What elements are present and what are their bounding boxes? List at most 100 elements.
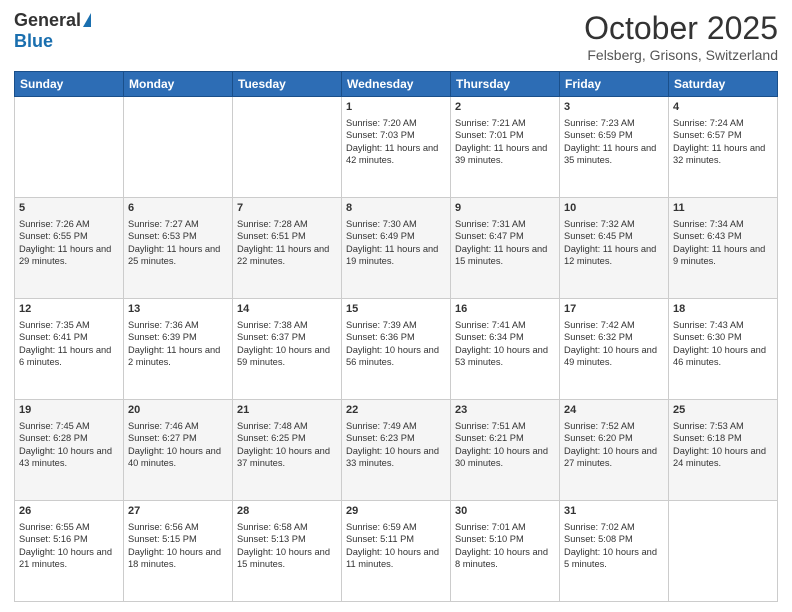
cell-content-28: Sunrise: 6:58 AM Sunset: 5:13 PM Dayligh… xyxy=(237,521,337,571)
header-wednesday: Wednesday xyxy=(342,72,451,97)
day-number-3: 3 xyxy=(564,100,664,115)
cell-w2-d1: 13 Sunrise: 7:36 AM Sunset: 6:39 PM Dayli… xyxy=(124,299,233,400)
cell-content-24: Sunrise: 7:52 AM Sunset: 6:20 PM Dayligh… xyxy=(564,420,664,470)
logo-blue-text: Blue xyxy=(14,31,53,52)
cell-w3-d3: 22 Sunrise: 7:49 AM Sunset: 6:23 PM Dayli… xyxy=(342,400,451,501)
cell-content-16: Sunrise: 7:41 AM Sunset: 6:34 PM Dayligh… xyxy=(455,319,555,369)
day-number-2: 2 xyxy=(455,100,555,115)
cell-content-1: Sunrise: 7:20 AM Sunset: 7:03 PM Dayligh… xyxy=(346,117,446,167)
cell-content-25: Sunrise: 7:53 AM Sunset: 6:18 PM Dayligh… xyxy=(673,420,773,470)
day-number-7: 7 xyxy=(237,201,337,216)
header-friday: Friday xyxy=(560,72,669,97)
cell-content-9: Sunrise: 7:31 AM Sunset: 6:47 PM Dayligh… xyxy=(455,218,555,268)
cell-w4-d6 xyxy=(669,501,778,602)
day-number-4: 4 xyxy=(673,100,773,115)
day-number-17: 17 xyxy=(564,302,664,317)
week-row-1: 5 Sunrise: 7:26 AM Sunset: 6:55 PM Daylig… xyxy=(15,198,778,299)
cell-w2-d2: 14Sunrise: 7:38 AM Sunset: 6:37 PM Dayli… xyxy=(233,299,342,400)
page: General Blue October 2025 Felsberg, Gris… xyxy=(0,0,792,612)
day-number-31: 31 xyxy=(564,504,664,519)
week-row-3: 19 Sunrise: 7:45 AM Sunset: 6:28 PM Dayli… xyxy=(15,400,778,501)
header-thursday: Thursday xyxy=(451,72,560,97)
cell-content-6: Sunrise: 7:27 AM Sunset: 6:53 PM Dayligh… xyxy=(128,218,228,268)
cell-w1-d3: 8Sunrise: 7:30 AM Sunset: 6:49 PM Daylig… xyxy=(342,198,451,299)
week-row-2: 12Sunrise: 7:35 AM Sunset: 6:41 PM Dayli… xyxy=(15,299,778,400)
cell-content-19: Sunrise: 7:45 AM Sunset: 6:28 PM Dayligh… xyxy=(19,420,119,470)
cell-content-8: Sunrise: 7:30 AM Sunset: 6:49 PM Dayligh… xyxy=(346,218,446,268)
cell-w1-d6: 11 Sunrise: 7:34 AM Sunset: 6:43 PM Dayli… xyxy=(669,198,778,299)
weekday-header-row: Sunday Monday Tuesday Wednesday Thursday… xyxy=(15,72,778,97)
cell-content-30: Sunrise: 7:01 AM Sunset: 5:10 PM Dayligh… xyxy=(455,521,555,571)
cell-w1-d2: 7 Sunrise: 7:28 AM Sunset: 6:51 PM Daylig… xyxy=(233,198,342,299)
calendar-table: Sunday Monday Tuesday Wednesday Thursday… xyxy=(14,71,778,602)
cell-content-4: Sunrise: 7:24 AM Sunset: 6:57 PM Dayligh… xyxy=(673,117,773,167)
cell-w3-d1: 20Sunrise: 7:46 AM Sunset: 6:27 PM Dayli… xyxy=(124,400,233,501)
cell-content-21: Sunrise: 7:48 AM Sunset: 6:25 PM Dayligh… xyxy=(237,420,337,470)
day-number-10: 10 xyxy=(564,201,664,216)
cell-content-14: Sunrise: 7:38 AM Sunset: 6:37 PM Dayligh… xyxy=(237,319,337,369)
day-number-16: 16 xyxy=(455,302,555,317)
cell-content-10: Sunrise: 7:32 AM Sunset: 6:45 PM Dayligh… xyxy=(564,218,664,268)
cell-w3-d6: 25 Sunrise: 7:53 AM Sunset: 6:18 PM Dayli… xyxy=(669,400,778,501)
cell-w4-d3: 29Sunrise: 6:59 AM Sunset: 5:11 PM Dayli… xyxy=(342,501,451,602)
cell-content-23: Sunrise: 7:51 AM Sunset: 6:21 PM Dayligh… xyxy=(455,420,555,470)
cell-content-13: Sunrise: 7:36 AM Sunset: 6:39 PM Dayligh… xyxy=(128,319,228,369)
cell-content-31: Sunrise: 7:02 AM Sunset: 5:08 PM Dayligh… xyxy=(564,521,664,571)
day-number-27: 27 xyxy=(128,504,228,519)
cell-w3-d4: 23 Sunrise: 7:51 AM Sunset: 6:21 PM Dayli… xyxy=(451,400,560,501)
cell-content-5: Sunrise: 7:26 AM Sunset: 6:55 PM Dayligh… xyxy=(19,218,119,268)
cell-w4-d4: 30 Sunrise: 7:01 AM Sunset: 5:10 PM Dayli… xyxy=(451,501,560,602)
cell-w3-d0: 19 Sunrise: 7:45 AM Sunset: 6:28 PM Dayli… xyxy=(15,400,124,501)
cell-content-15: Sunrise: 7:39 AM Sunset: 6:36 PM Dayligh… xyxy=(346,319,446,369)
day-number-23: 23 xyxy=(455,403,555,418)
cell-w4-d2: 28Sunrise: 6:58 AM Sunset: 5:13 PM Dayli… xyxy=(233,501,342,602)
cell-w4-d0: 26 Sunrise: 6:55 AM Sunset: 5:16 PM Dayli… xyxy=(15,501,124,602)
day-number-18: 18 xyxy=(673,302,773,317)
day-number-26: 26 xyxy=(19,504,119,519)
day-number-13: 13 xyxy=(128,302,228,317)
header-saturday: Saturday xyxy=(669,72,778,97)
cell-w0-d0 xyxy=(15,97,124,198)
month-title: October 2025 xyxy=(584,10,778,47)
cell-content-11: Sunrise: 7:34 AM Sunset: 6:43 PM Dayligh… xyxy=(673,218,773,268)
cell-w0-d3: 1Sunrise: 7:20 AM Sunset: 7:03 PM Daylig… xyxy=(342,97,451,198)
day-number-30: 30 xyxy=(455,504,555,519)
cell-w0-d1 xyxy=(124,97,233,198)
day-number-20: 20 xyxy=(128,403,228,418)
cell-content-18: Sunrise: 7:43 AM Sunset: 6:30 PM Dayligh… xyxy=(673,319,773,369)
cell-w0-d6: 4 Sunrise: 7:24 AM Sunset: 6:57 PM Daylig… xyxy=(669,97,778,198)
cell-w0-d4: 2Sunrise: 7:21 AM Sunset: 7:01 PM Daylig… xyxy=(451,97,560,198)
header-tuesday: Tuesday xyxy=(233,72,342,97)
header-right: October 2025 Felsberg, Grisons, Switzerl… xyxy=(584,10,778,63)
logo: General Blue xyxy=(14,10,91,52)
day-number-24: 24 xyxy=(564,403,664,418)
week-row-4: 26 Sunrise: 6:55 AM Sunset: 5:16 PM Dayli… xyxy=(15,501,778,602)
cell-w3-d5: 24 Sunrise: 7:52 AM Sunset: 6:20 PM Dayli… xyxy=(560,400,669,501)
header-monday: Monday xyxy=(124,72,233,97)
cell-w2-d3: 15Sunrise: 7:39 AM Sunset: 6:36 PM Dayli… xyxy=(342,299,451,400)
cell-content-26: Sunrise: 6:55 AM Sunset: 5:16 PM Dayligh… xyxy=(19,521,119,571)
cell-w1-d0: 5 Sunrise: 7:26 AM Sunset: 6:55 PM Daylig… xyxy=(15,198,124,299)
day-number-19: 19 xyxy=(19,403,119,418)
day-number-22: 22 xyxy=(346,403,446,418)
cell-w2-d5: 17 Sunrise: 7:42 AM Sunset: 6:32 PM Dayli… xyxy=(560,299,669,400)
cell-content-22: Sunrise: 7:49 AM Sunset: 6:23 PM Dayligh… xyxy=(346,420,446,470)
day-number-5: 5 xyxy=(19,201,119,216)
day-number-29: 29 xyxy=(346,504,446,519)
cell-w4-d5: 31 Sunrise: 7:02 AM Sunset: 5:08 PM Dayli… xyxy=(560,501,669,602)
cell-content-3: Sunrise: 7:23 AM Sunset: 6:59 PM Dayligh… xyxy=(564,117,664,167)
cell-w4-d1: 27 Sunrise: 6:56 AM Sunset: 5:15 PM Dayli… xyxy=(124,501,233,602)
cell-content-17: Sunrise: 7:42 AM Sunset: 6:32 PM Dayligh… xyxy=(564,319,664,369)
cell-content-7: Sunrise: 7:28 AM Sunset: 6:51 PM Dayligh… xyxy=(237,218,337,268)
day-number-6: 6 xyxy=(128,201,228,216)
cell-w2-d4: 16 Sunrise: 7:41 AM Sunset: 6:34 PM Dayli… xyxy=(451,299,560,400)
day-number-9: 9 xyxy=(455,201,555,216)
day-number-11: 11 xyxy=(673,201,773,216)
day-number-21: 21 xyxy=(237,403,337,418)
cell-content-12: Sunrise: 7:35 AM Sunset: 6:41 PM Dayligh… xyxy=(19,319,119,369)
cell-content-27: Sunrise: 6:56 AM Sunset: 5:15 PM Dayligh… xyxy=(128,521,228,571)
cell-w2-d0: 12Sunrise: 7:35 AM Sunset: 6:41 PM Dayli… xyxy=(15,299,124,400)
header-sunday: Sunday xyxy=(15,72,124,97)
cell-w1-d5: 10 Sunrise: 7:32 AM Sunset: 6:45 PM Dayli… xyxy=(560,198,669,299)
day-number-25: 25 xyxy=(673,403,773,418)
